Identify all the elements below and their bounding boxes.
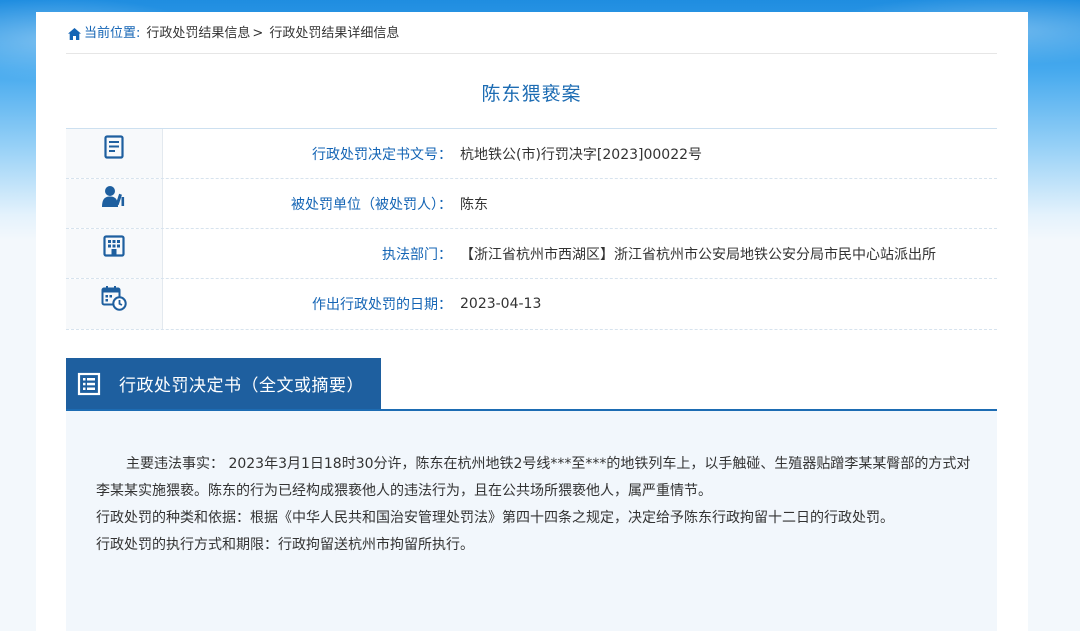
document-list-icon [77, 372, 101, 395]
breadcrumb-separator: > [252, 26, 264, 41]
detail-label-decision-date: 作出行政处罚的日期 [312, 297, 438, 313]
detail-label-decision-number: 行政处罚决定书文号 [312, 146, 438, 163]
penalty-basis-text: 行政处罚的种类和依据：根据《中华人民共和国治安管理处罚法》第四十四条之规定，决定… [96, 510, 894, 526]
detail-label-penalized-party: 被处罚单位（被处罚人） [291, 196, 438, 213]
detail-value-decision-number: 杭地铁公(市)行罚决字[2023]00022号 [460, 146, 703, 163]
person-icon [102, 186, 125, 207]
calendar-clock-icon [101, 286, 127, 311]
divider [66, 53, 997, 54]
detail-row-decision-number: 行政处罚决定书文号： 杭地铁公(市)行罚决字[2023]00022号 [66, 129, 997, 179]
label-colon: ： [438, 246, 452, 263]
decision-content: 主要违法事实： 2023年3月1日18时30分许，陈东在杭州地铁2号线***至*… [66, 411, 997, 631]
label-colon: ： [438, 196, 452, 213]
detail-value-decision-date: 2023-04-13 [460, 296, 542, 312]
detail-row-penalized-party: 被处罚单位（被处罚人）： 陈东 [66, 179, 997, 229]
label-colon: ： [438, 146, 452, 163]
document-icon [104, 135, 124, 159]
detail-row-enforcement-dept: 执法部门： 【浙江省杭州市西湖区】浙江省杭州市公安局地铁公安分局市民中心站派出所 [66, 229, 997, 279]
breadcrumb-label: 当前位置 [84, 26, 137, 41]
breadcrumb-item-details: 行政处罚结果详细信息 [269, 26, 400, 41]
detail-value-enforcement-dept: 【浙江省杭州市西湖区】浙江省杭州市公安局地铁公安分局市民中心站派出所 [460, 246, 936, 263]
section-header: 行政处罚决定书（全文或摘要） [66, 358, 997, 411]
label-colon: ： [438, 297, 452, 313]
violation-facts-text: 主要违法事实： 2023年3月1日18时30分许，陈东在杭州地铁2号线***至*… [96, 456, 971, 499]
content-panel: 当前位置 : 行政处罚结果信息 > 行政处罚结果详细信息 陈东猥亵案 行政处罚决… [36, 12, 1028, 631]
building-icon [103, 235, 125, 257]
page-title: 陈东猥亵案 [481, 83, 582, 105]
detail-value-penalized-party: 陈东 [460, 196, 488, 213]
home-icon [68, 28, 81, 40]
breadcrumb: 当前位置 : 行政处罚结果信息 > 行政处罚结果详细信息 [68, 24, 399, 44]
detail-label-enforcement-dept: 执法部门 [382, 246, 438, 263]
section-title: 行政处罚决定书（全文或摘要） [119, 376, 364, 396]
breadcrumb-colon: : [136, 26, 141, 41]
penalty-execution-text: 行政处罚的执行方式和期限：行政拘留送杭州市拘留所执行。 [96, 537, 474, 553]
breadcrumb-item-results[interactable]: 行政处罚结果信息 [146, 24, 250, 44]
detail-row-decision-date: 作出行政处罚的日期： 2023-04-13 [66, 279, 997, 330]
section-tab: 行政处罚决定书（全文或摘要） [66, 358, 381, 409]
details-table: 行政处罚决定书文号： 杭地铁公(市)行罚决字[2023]00022号 被处罚单位… [66, 128, 997, 330]
